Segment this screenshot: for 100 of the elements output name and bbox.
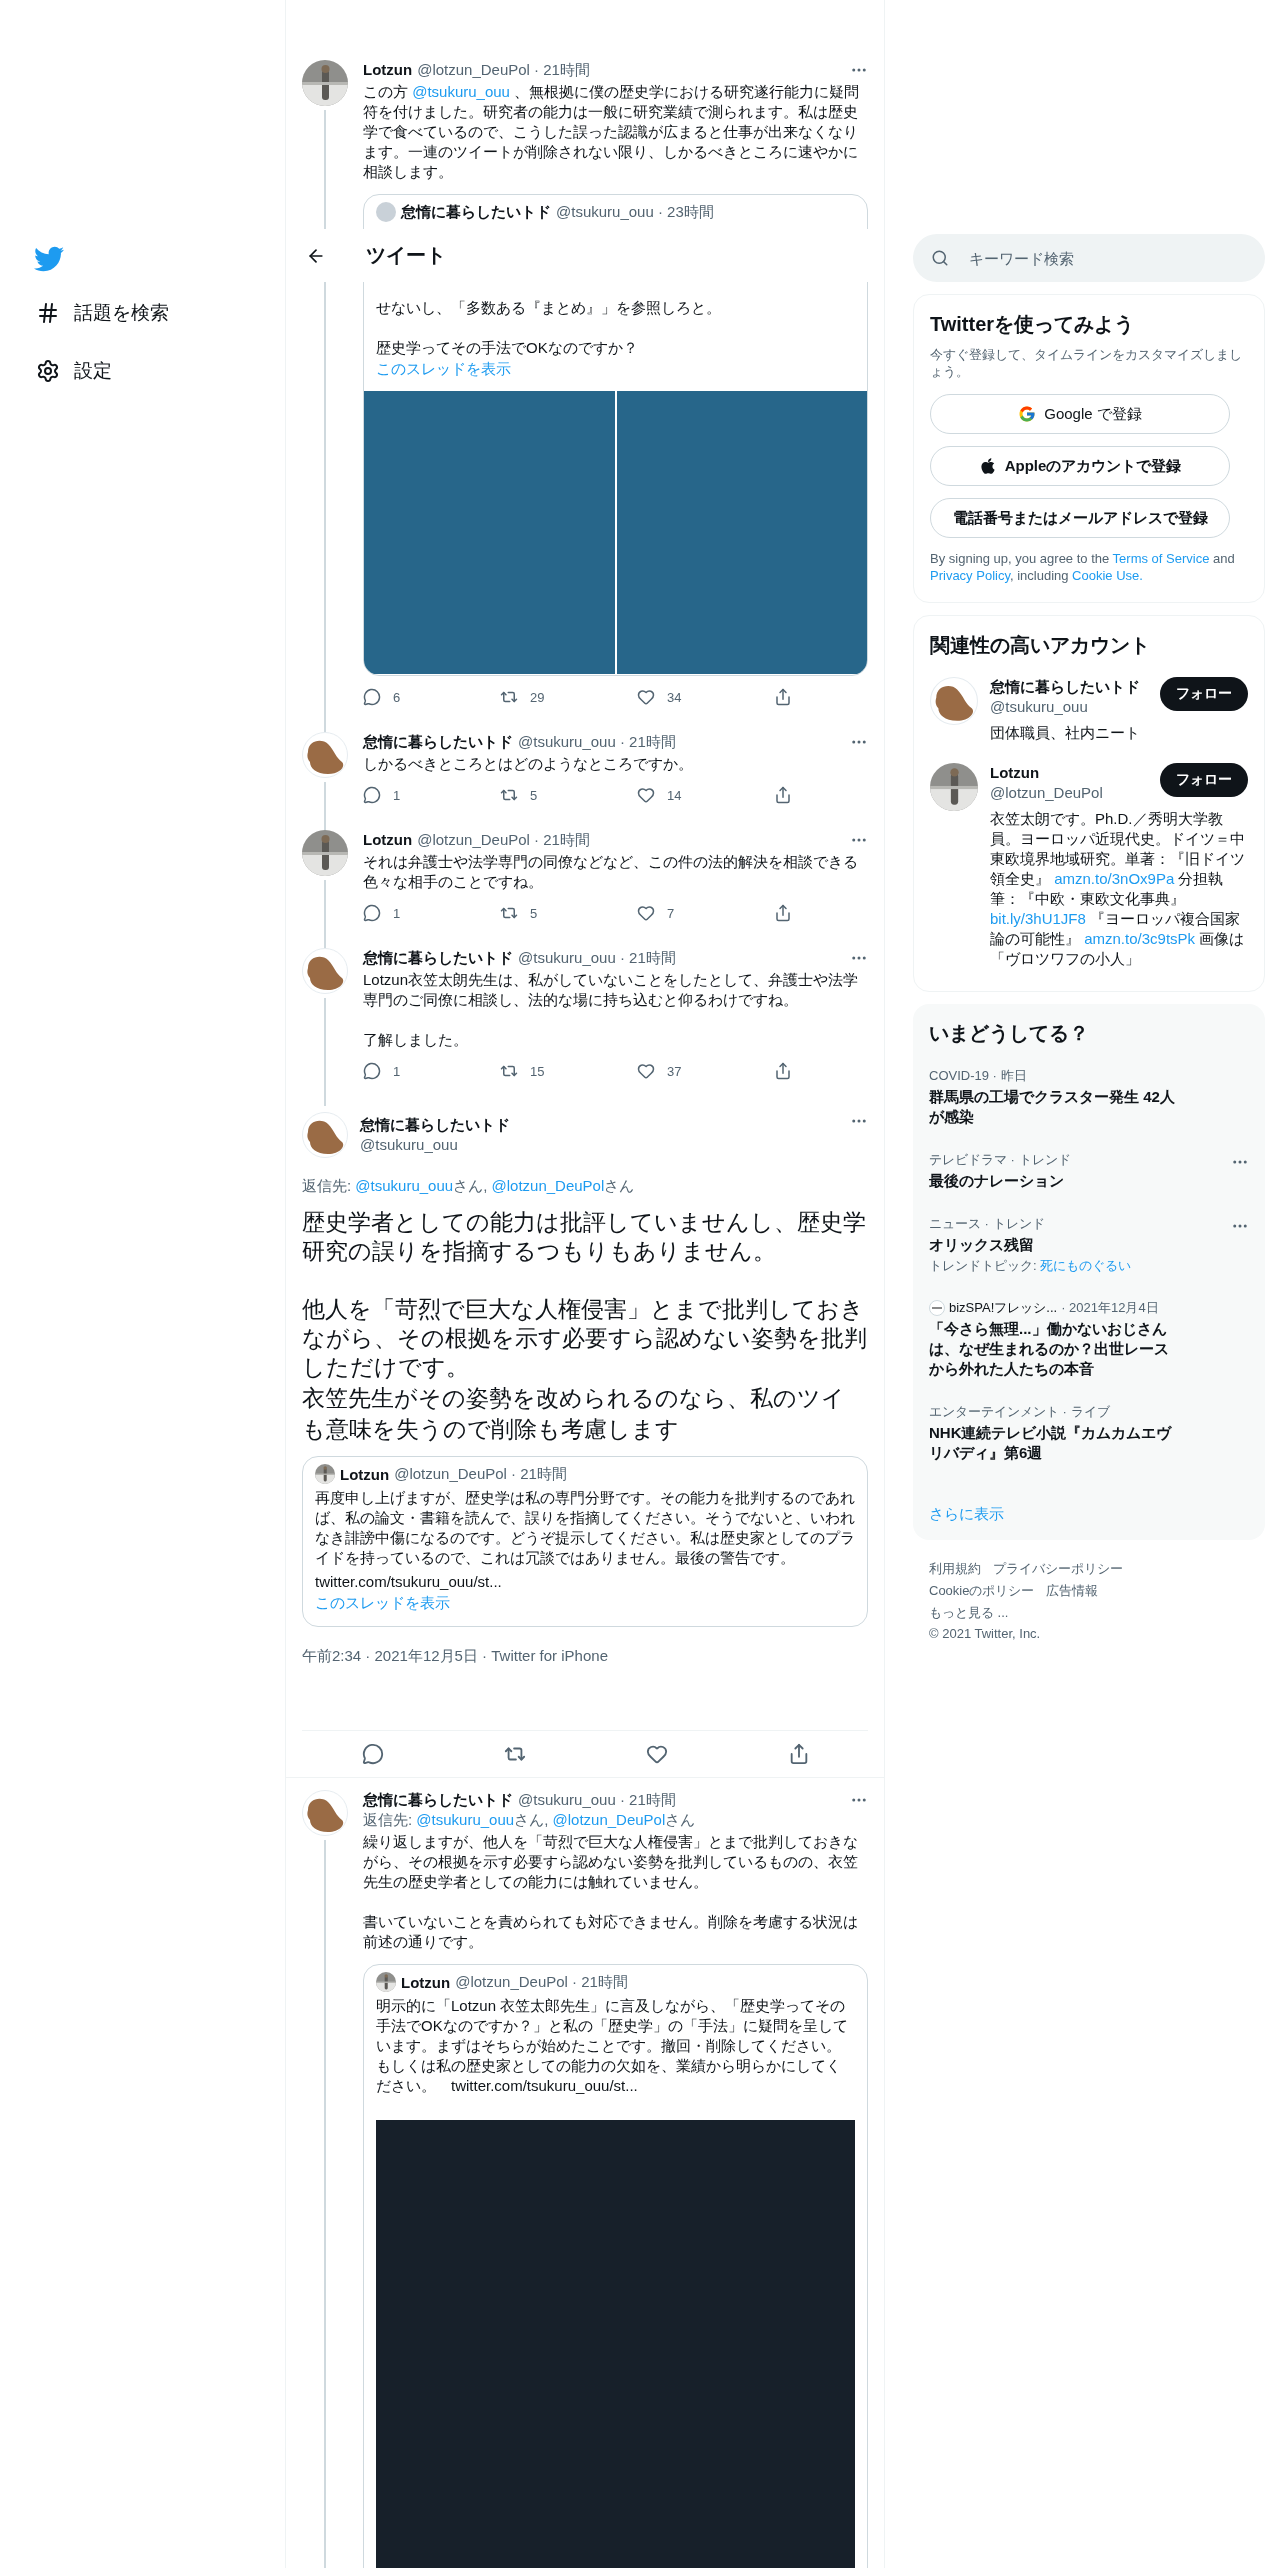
like-icon[interactable] (637, 688, 655, 706)
trend-context: · 2021年12月4日 (1061, 1299, 1159, 1317)
author-handle: @tsukuru_ouu (360, 1135, 459, 1155)
handle-time: @lotzun_DeuPol · 21時間 (417, 60, 590, 80)
like-icon[interactable] (637, 1062, 655, 1080)
page-title: ツイート (366, 243, 446, 268)
retweet-count: 15 (530, 1063, 545, 1079)
signup-button[interactable]: Appleのアカウントで登録 (930, 446, 1230, 486)
search-icon (931, 249, 949, 267)
quoted-handle-time: @lotzun_DeuPol · 21時間 (394, 1464, 567, 1484)
account-handle: @tsukuru_ouu (990, 697, 1089, 717)
trend-context: テレビドラマ · トレンド (929, 1151, 1071, 1169)
account-handle: @lotzun_DeuPol (990, 783, 1104, 803)
terms-text: By signing up, you agree to the Terms of Service and Privacy Policy, including Cookie Use. (930, 550, 1236, 584)
share-icon[interactable] (774, 1062, 792, 1080)
reply-icon[interactable] (362, 1743, 384, 1765)
animal-avatar[interactable] (302, 1112, 348, 1158)
like-icon[interactable] (637, 904, 655, 922)
quoted-handle-time: @tsukuru_ouu · 23時間 (556, 202, 714, 222)
signup-button[interactable]: Google で登録 (930, 394, 1230, 434)
card-title: いまどうしてる？ (929, 1021, 1090, 1046)
card-title: 関連性の高いアカウント (930, 633, 1151, 658)
apple-icon (978, 457, 997, 475)
trend-title[interactable]: 群馬県の工場でクラスター発生 42人が感染 (929, 1087, 1179, 1127)
tweet-text: それは弁護士や法学専門の同僚などなど、この件の法的解決を相談できる色々な相手のことですね。 (363, 852, 859, 892)
quoted-tweet-card[interactable] (302, 1456, 868, 1627)
like-count: 7 (667, 905, 675, 921)
footer-link[interactable]: 利用規約 (929, 1560, 981, 1578)
reply-icon[interactable] (363, 786, 381, 804)
footer-link[interactable]: プライバシーポリシー (993, 1560, 1123, 1578)
trend-context: ニュース · トレンド (929, 1215, 1045, 1233)
account-name[interactable]: 怠惰に暮らしたいトド (990, 677, 1148, 697)
footer-link[interactable]: もっと見る ... (929, 1604, 1009, 1622)
author-name[interactable]: 怠惰に暮らしたいトド (363, 1790, 513, 1810)
author-name[interactable]: 怠惰に暮らしたいトド (360, 1115, 510, 1135)
account-name[interactable]: Lotzun (990, 763, 1148, 783)
retweet-count: 5 (530, 787, 538, 803)
trend-topic: トレンドトピック: 死にものぐるい (929, 1257, 1133, 1275)
twitter-logo-icon[interactable] (34, 244, 64, 274)
animal-avatar[interactable] (302, 1790, 348, 1836)
reply-count: 1 (393, 905, 401, 921)
retweet-count: 29 (530, 689, 545, 705)
reply-icon[interactable] (363, 904, 381, 922)
signup-button[interactable]: 電話番号またはメールアドレスで登録 (930, 498, 1230, 538)
like-icon[interactable] (646, 1743, 668, 1765)
reply-count: 1 (393, 1063, 401, 1079)
trend-context: エンターテインメント · ライブ (929, 1403, 1110, 1421)
animal-avatar[interactable] (302, 732, 348, 778)
follow-button[interactable]: フォロー (1160, 763, 1248, 797)
follow-button[interactable]: フォロー (1160, 677, 1248, 711)
nav-link[interactable]: 話題を検索 (34, 294, 169, 332)
quoted-handle-time: @lotzun_DeuPol · 21時間 (455, 1972, 628, 1992)
copyright: © 2021 Twitter, Inc. (929, 1626, 1042, 1641)
trend-title[interactable]: オリックス残留 (929, 1235, 1179, 1255)
tweet-timestamp: 午前2:34 · 2021年12月5日 · Twitter for iPhone (302, 1647, 609, 1666)
quoted-tweet-text: twitter.com/tsukuru_ouu/st... (315, 1572, 503, 1592)
like-icon[interactable] (637, 786, 655, 804)
handle-time: @lotzun_DeuPol · 21時間 (417, 830, 590, 850)
trend-title[interactable]: NHK連続テレビ小説『カムカムエヴリバディ』第6週 (929, 1423, 1179, 1463)
search-field[interactable]: キーワード検索 (913, 234, 1265, 282)
author-name[interactable]: 怠惰に暮らしたいトド (363, 732, 513, 752)
quoted-author-name: Lotzun (340, 1465, 390, 1483)
footer-link[interactable]: 広告情報 (1046, 1582, 1099, 1600)
like-count: 37 (667, 1063, 682, 1079)
google-icon (1018, 405, 1037, 423)
trend-title[interactable]: 「今さら無理...」働かないおじさんは、なぜ生まれるのか？出世レースから外れた人たちの本音 (929, 1319, 1179, 1379)
quoted-tweet-text: 明示的に「Lotzun 衣笠太郎先生」に言及しながら、「歴史学ってその手法でOKなのですか？」と私の「歴史学」の「手法」に疑問を呈しています。まずはそちらが始めたことです。撤回・削除してください。もしくは私の歴史家としての能力の欠如を、業績から明らかにしてください。 twitter.com/tsukuru_ouu/st... (376, 1996, 849, 2096)
reply-icon[interactable] (363, 688, 381, 706)
reply-count: 6 (393, 689, 401, 705)
animal-avatar[interactable] (302, 948, 348, 994)
news-source: bizSPA!フレッシ... (949, 1299, 1058, 1317)
source-icon (929, 1300, 945, 1316)
tweet-text: 繰り返しますが、他人を「苛烈で巨大な人権侵害」とまで批判しておきながら、その根拠を示す必要すら認めない姿勢を批判しているものの、衣笠先生の歴史学者としての能力には触れていません。 (363, 1832, 859, 1892)
quoted-author-name: Lotzun (401, 1973, 451, 1991)
account-bio: 団体職員、社内ニート (990, 723, 1141, 743)
footer-link[interactable]: Cookieのポリシー (929, 1582, 1035, 1600)
share-icon[interactable] (774, 904, 792, 922)
reply-icon[interactable] (363, 1062, 381, 1080)
tweet-text: 衣笠先生がその姿勢を改められるのなら、私のツイ (302, 1384, 846, 1413)
tweet-text: この方 @tsukuru_ouu 、無根拠に僕の歴史学における研究遂行能力に疑問符を付けました。研究者の能力は一般に研究業績で測られます。私は歴史学で食べているので、こうした誤った認識が広まると仕事が出来なくなります。一連のツイートが削除されない限り、しかるべきところに速やかに相談します。 (363, 82, 861, 182)
handle-time: @tsukuru_ouu · 21時間 (518, 1790, 676, 1810)
trend-context: COVID-19 · 昨日 (929, 1067, 1027, 1085)
tweet-text: も意味を失うので削除も考慮します (302, 1415, 680, 1444)
nav-link[interactable]: 設定 (34, 352, 112, 390)
reply-to-text: 返信先: @tsukuru_ouuさん, @lotzun_DeuPolさん (363, 1810, 697, 1830)
quoted-tweet-card[interactable]: Lotzun @lotzun_DeuPol · 21時間 明示的に「Lotzun 衣笠太郎先生」に言及しながら、「歴史学ってその手法でOKなのですか？」と私の「歴史学」の「手法」に疑問を呈しています。まずはそちらが始めたことです。撤回・削除してください。もしくは私の歴史家としての能力の欠如を、業績から明らかにしてください。 twitter.com/tsukuru_ouu/st... (363, 1964, 868, 2568)
tweet-text: 了解しました。 (363, 1030, 469, 1050)
author-name[interactable]: 怠惰に暮らしたいトド (363, 948, 513, 968)
account-bio: 衣笠太朗です。Ph.D.／秀明大学教員。ヨーロッパ近現代史。ドイツ＝中東欧境界地域研究。単著：『旧ドイツ領全史』 amzn.to/3nOx9Pa 分担執筆：『中欧・東欧文化事典』 bit.ly/3hU1JF8 『ヨーロッパ複合国家論の可能性』 amzn.to/3c9tsPk 画像は「ヴロツワフの小人」 (990, 809, 1246, 969)
handle-time: @tsukuru_ouu · 21時間 (518, 948, 676, 968)
quoted-tweet-text: せないし、「多数ある『まとめ』」を参照しろと。 (376, 298, 722, 318)
animal-avatar[interactable] (930, 677, 978, 725)
quoted-tweet-text: 歴史学ってその手法でOKなのですか？ (376, 338, 639, 358)
share-icon[interactable] (774, 786, 792, 804)
share-icon[interactable] (788, 1743, 810, 1765)
trend-title[interactable]: 最後のナレーション (929, 1171, 1179, 1191)
author-name[interactable]: Lotzun (363, 830, 413, 850)
author-name[interactable]: Lotzun (363, 60, 413, 80)
like-count: 14 (667, 787, 682, 803)
share-icon[interactable] (774, 688, 792, 706)
